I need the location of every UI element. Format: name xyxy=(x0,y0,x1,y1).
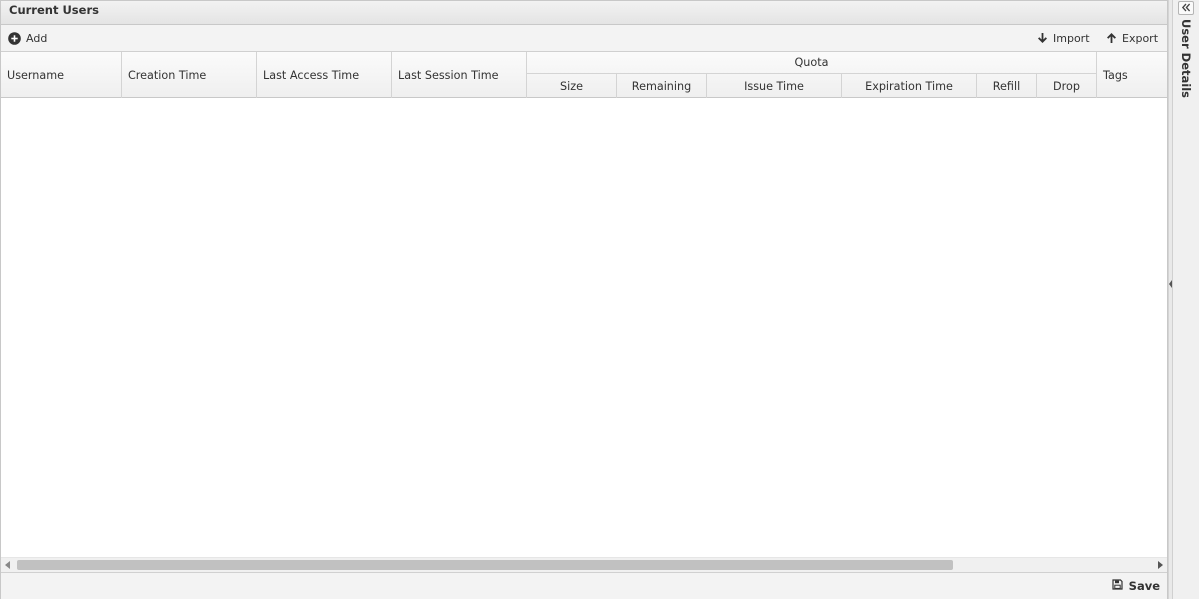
column-header-issue-time[interactable]: Issue Time xyxy=(707,74,842,98)
column-header-last-access-time[interactable]: Last Access Time xyxy=(257,52,392,98)
arrow-up-icon xyxy=(1106,32,1117,44)
column-header-remaining[interactable]: Remaining xyxy=(617,74,707,98)
user-details-panel[interactable]: User Details xyxy=(1172,0,1199,599)
scroll-thumb[interactable] xyxy=(17,560,953,570)
plus-circle-icon xyxy=(8,31,21,45)
save-label: Save xyxy=(1128,579,1160,593)
add-label: Add xyxy=(26,31,48,45)
add-button[interactable]: Add xyxy=(8,30,47,46)
side-panel-title[interactable]: User Details xyxy=(1179,19,1193,98)
floppy-disk-icon xyxy=(1112,579,1123,593)
panel-header: Current Users xyxy=(1,1,1167,25)
scroll-left-arrow-icon[interactable] xyxy=(5,561,10,569)
column-header-tags[interactable]: Tags xyxy=(1097,52,1167,98)
export-button[interactable]: Export xyxy=(1106,30,1158,46)
import-label: Import xyxy=(1053,31,1090,45)
column-group-quota: Quota xyxy=(527,52,1097,74)
horizontal-scrollbar[interactable] xyxy=(1,557,1167,572)
column-header-username[interactable]: Username xyxy=(1,52,122,98)
save-button[interactable]: Save xyxy=(1112,579,1160,593)
column-header-last-session-time[interactable]: Last Session Time xyxy=(392,52,527,98)
column-header-expiration-time[interactable]: Expiration Time xyxy=(842,74,977,98)
scroll-right-arrow-icon[interactable] xyxy=(1158,561,1163,569)
column-header-refill[interactable]: Refill xyxy=(977,74,1037,98)
column-header-drop[interactable]: Drop xyxy=(1037,74,1097,98)
grid-header: Username Creation Time Last Access Time … xyxy=(1,52,1167,98)
export-label: Export xyxy=(1122,31,1159,45)
panel-title: Current Users xyxy=(9,3,99,17)
footer-toolbar: Save xyxy=(1,572,1167,599)
grid-body xyxy=(1,98,1167,557)
toolbar: Add Import Export xyxy=(1,25,1167,52)
current-users-panel: Current Users Add Import Export Username… xyxy=(0,0,1168,599)
expand-panel-button[interactable] xyxy=(1178,1,1194,15)
arrow-down-icon xyxy=(1037,32,1048,44)
double-chevron-left-icon xyxy=(1181,2,1191,15)
import-button[interactable]: Import xyxy=(1037,30,1090,46)
column-header-creation-time[interactable]: Creation Time xyxy=(122,52,257,98)
column-header-size[interactable]: Size xyxy=(527,74,617,98)
